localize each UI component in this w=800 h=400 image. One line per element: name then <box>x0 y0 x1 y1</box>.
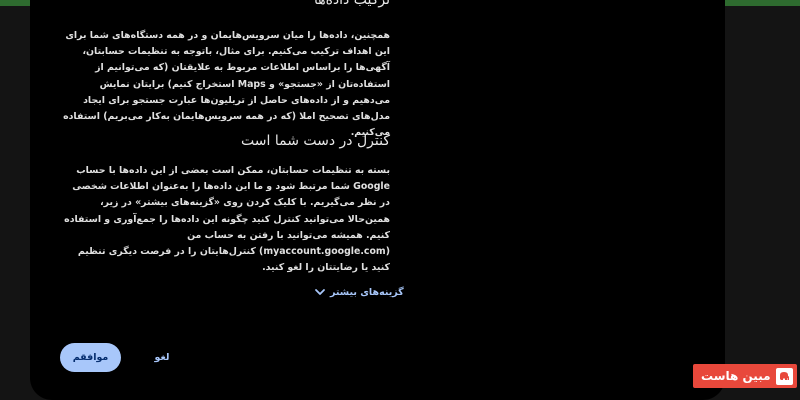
section-body-combine-data: همچنین، داده‌ها را میان سرویس‌هایمان و د… <box>63 30 390 139</box>
section-body-control: بسته به تنظیمات حسابتان، ممکن است بعضی ا… <box>64 165 390 274</box>
more-options-label: گزینه‌های بیشتر <box>330 286 404 298</box>
elephant-logo-icon <box>776 367 793 385</box>
watermark-badge: مبین هاست <box>693 364 797 388</box>
chevron-down-icon <box>315 289 325 295</box>
section-heading-control: کنترل در دست شما است <box>241 133 390 149</box>
watermark-text: مبین هاست <box>701 369 771 383</box>
more-options-button[interactable]: گزینه‌های بیشتر <box>314 284 404 300</box>
section-heading-combine-data: ترکیب داده‌ها <box>313 0 390 8</box>
cancel-button[interactable]: لغو <box>142 343 182 372</box>
accept-button[interactable]: موافقم <box>60 343 121 372</box>
consent-dialog: ترکیب داده‌ها همچنین، داده‌ها را میان سر… <box>30 0 725 400</box>
